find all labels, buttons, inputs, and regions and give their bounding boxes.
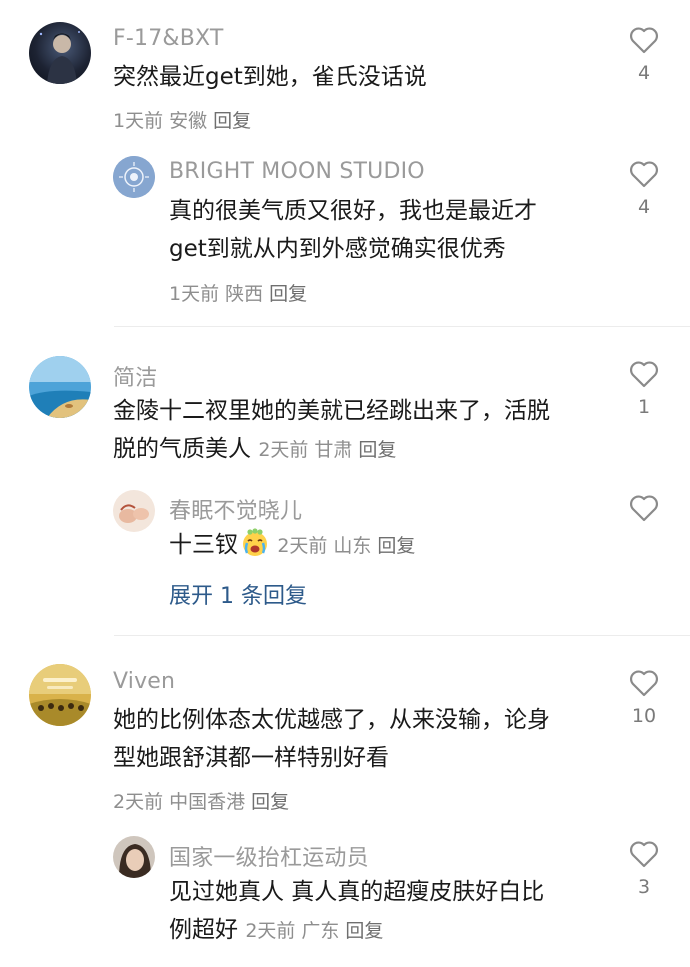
reply-username[interactable]: 国家一级抬杠运动员 (169, 840, 369, 872)
like-button[interactable]: 4 (624, 160, 664, 218)
like-count: 4 (637, 196, 651, 218)
comment-text-line: 突然最近get到她，雀氏没话说 (113, 64, 427, 90)
reply-location: 广东 (301, 920, 340, 942)
avatar-image (29, 356, 91, 418)
comment-text-line: 她的比例体态太优越感了，从来没输，论身 (113, 707, 550, 733)
user-avatar[interactable] (29, 356, 91, 418)
reply-username[interactable]: BRIGHT MOON STUDIO (169, 159, 425, 184)
comment-time: 2天前 (113, 791, 164, 813)
heart-outline-icon (630, 27, 658, 54)
reply-button[interactable]: 回复 (377, 535, 415, 557)
reply-text: 真的很美气质又很好，我也是最近才 get到就从内到外感觉确实很优秀 (169, 192, 537, 268)
reply-text-line-content: 例超好 (169, 917, 238, 943)
like-count: 10 (631, 705, 657, 727)
reply-text-line: 例超好 2天前 广东 回复 (169, 911, 544, 950)
reply-button[interactable]: 回复 (269, 283, 307, 305)
like-count: 1 (637, 396, 651, 418)
heart-outline-icon (630, 161, 658, 188)
comment-text: 金陵十二衩里她的美就已经跳出来了，活脱 脱的气质美人 2天前 甘肃 回复 (113, 392, 550, 469)
reply-username[interactable]: 春眠不觉晓儿 (169, 493, 302, 525)
reply-text: 见过她真人 真人真的超瘦皮肤好白比 例超好 2天前 广东 回复 (169, 873, 544, 950)
reply-location: 陕西 (225, 283, 264, 305)
user-avatar[interactable] (29, 22, 91, 84)
comment-location: 安徽 (169, 110, 208, 132)
heart-outline-icon (630, 670, 658, 697)
reply-time: 2天前 (245, 920, 296, 942)
reply-button[interactable]: 回复 (251, 791, 289, 813)
user-avatar[interactable] (113, 156, 155, 198)
reply-text-line: get到就从内到外感觉确实很优秀 (169, 236, 506, 262)
comment-text-line: 型她跟舒淇都一样特别好看 (113, 745, 389, 771)
user-avatar[interactable] (113, 490, 155, 532)
reply-text-line: 见过她真人 真人真的超瘦皮肤好白比 (169, 879, 545, 905)
avatar-image (113, 490, 155, 532)
comment-time: 1天前 (113, 110, 164, 132)
comment-location: 甘肃 (314, 439, 353, 461)
reply-location: 山东 (333, 535, 372, 557)
avatar-image (39, 31, 80, 84)
crying-face-emoji-icon (243, 528, 267, 556)
comment-meta: 2天前 中国香港 回复 (113, 787, 295, 814)
comment-username[interactable]: 简洁 (113, 360, 157, 392)
reply-button[interactable]: 回复 (358, 439, 396, 461)
like-count: 3 (637, 876, 651, 898)
avatar-image (29, 664, 91, 726)
reply-text-line: 真的很美气质又很好，我也是最近才 (169, 198, 537, 224)
expand-replies-link[interactable]: 展开 1 条回复 (169, 578, 307, 610)
comment-text-line-content: 脱的气质美人 (113, 436, 251, 462)
like-button[interactable]: 1 (624, 360, 664, 418)
reply-button[interactable]: 回复 (213, 110, 251, 132)
like-count: 4 (637, 62, 651, 84)
comment-text: 突然最近get到她，雀氏没话说 (113, 58, 427, 96)
comment-username[interactable]: F-17&BXT (113, 26, 224, 51)
user-avatar[interactable] (29, 664, 91, 726)
comment-text-line: 脱的气质美人 2天前 甘肃 回复 (113, 430, 550, 469)
comment-location: 中国香港 (169, 791, 246, 813)
comment-text-line: 金陵十二衩里她的美就已经跳出来了，活脱 (113, 398, 550, 424)
reply-text-line-content: 十三钗 (169, 532, 238, 558)
comment-meta: 1天前 安徽 回复 (113, 106, 257, 133)
reply-time: 2天前 (277, 535, 328, 557)
comment-meta: 2天前 甘肃 回复 (258, 439, 402, 461)
heart-outline-icon (630, 495, 658, 522)
avatar-image (113, 156, 155, 198)
thread-divider (114, 635, 690, 636)
reply-time: 1天前 (169, 283, 220, 305)
reply-text: 十三钗 2天前 山东 回复 (169, 526, 421, 565)
heart-outline-icon (630, 841, 658, 868)
like-button[interactable]: 3 (624, 840, 664, 898)
reply-meta: 2天前 广东 回复 (245, 920, 389, 942)
avatar-image (113, 836, 155, 878)
comment-text: 她的比例体态太优越感了，从来没输，论身 型她跟舒淇都一样特别好看 (113, 701, 550, 777)
user-avatar[interactable] (113, 836, 155, 878)
heart-outline-icon (630, 361, 658, 388)
like-button[interactable]: 10 (624, 669, 664, 727)
like-button[interactable] (624, 494, 664, 522)
reply-button[interactable]: 回复 (345, 920, 383, 942)
comment-time: 2天前 (258, 439, 309, 461)
reply-meta: 2天前 山东 回复 (277, 535, 421, 557)
comment-username[interactable]: Viven (113, 669, 175, 694)
like-button[interactable]: 4 (624, 26, 664, 84)
reply-text-line: 十三钗 2天前 山东 回复 (169, 526, 421, 565)
thread-divider (114, 326, 690, 327)
reply-meta: 1天前 陕西 回复 (169, 279, 313, 306)
